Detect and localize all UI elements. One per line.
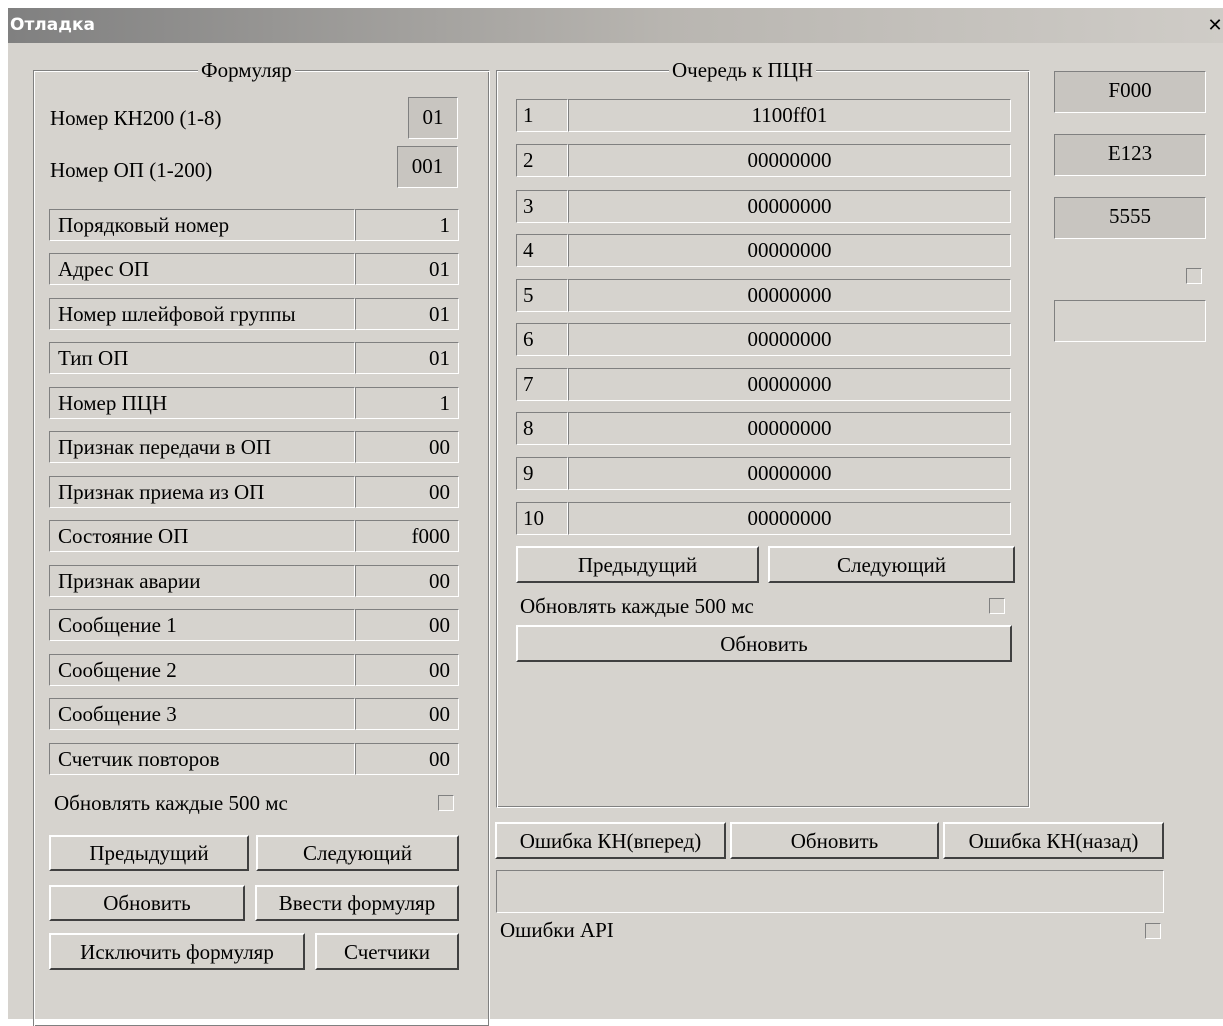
queue-prev-button[interactable]: Предыдущий <box>516 546 759 583</box>
form-field-label: Номер шлейфовой группы <box>49 298 355 330</box>
queue-row-value[interactable]: 00000000 <box>568 144 1011 177</box>
form-field-value[interactable]: 00 <box>355 431 459 463</box>
status-box-2: E123 <box>1054 134 1206 176</box>
api-errors-label: Ошибки API <box>500 918 614 942</box>
exclude-form-button[interactable]: Исключить формуляр <box>49 933 305 970</box>
form-field-value[interactable]: 00 <box>355 698 459 730</box>
enter-form-button[interactable]: Ввести формуляр <box>255 885 459 921</box>
form-field-value[interactable]: 1 <box>355 209 459 241</box>
form-field-value[interactable]: 00 <box>355 654 459 686</box>
queue-legend: Очередь к ПЦН <box>669 58 817 82</box>
form-field-label: Сообщение 3 <box>49 698 355 730</box>
queue-row-value[interactable]: 00000000 <box>568 279 1011 312</box>
error-status-field <box>496 870 1164 913</box>
queue-row-number: 8 <box>516 412 568 445</box>
form-field-label: Признак приема из ОП <box>49 476 355 508</box>
queue-next-button[interactable]: Следующий <box>768 546 1015 583</box>
queue-row-value[interactable]: 00000000 <box>568 234 1011 267</box>
form-field-value[interactable]: f000 <box>355 520 459 552</box>
queue-row-value[interactable]: 00000000 <box>568 190 1011 223</box>
queue-row-value[interactable]: 1100ff01 <box>568 99 1011 132</box>
form-field-value[interactable]: 01 <box>355 298 459 330</box>
form-field-value[interactable]: 00 <box>355 743 459 775</box>
side-text-field[interactable] <box>1054 300 1206 342</box>
api-errors-checkbox[interactable] <box>1145 923 1161 939</box>
form-field-label: Состояние ОП <box>49 520 355 552</box>
queue-row-value[interactable]: 00000000 <box>568 457 1011 490</box>
form-field-label: Сообщение 2 <box>49 654 355 686</box>
queue-row-value[interactable]: 00000000 <box>568 368 1011 401</box>
title-bar: Отладка ✕ <box>8 8 1223 43</box>
form-field-label: Признак аварии <box>49 565 355 597</box>
form-prev-button[interactable]: Предыдущий <box>49 835 249 871</box>
form-field-label: Тип ОП <box>49 342 355 374</box>
debug-window: Отладка ✕ Формуляр Номер КН200 (1-8) 01 … <box>8 8 1223 1026</box>
form-legend: Формуляр <box>198 58 295 82</box>
queue-row-number: 3 <box>516 190 568 223</box>
form-field-value[interactable]: 00 <box>355 609 459 641</box>
bottom-refresh-button[interactable]: Обновить <box>730 822 939 859</box>
form-auto-update-checkbox[interactable] <box>438 795 454 811</box>
form-field-label: Сообщение 1 <box>49 609 355 641</box>
queue-row-value[interactable]: 00000000 <box>568 323 1011 356</box>
close-icon[interactable]: ✕ <box>1205 16 1223 36</box>
status-box-3: 5555 <box>1054 197 1206 239</box>
counters-button[interactable]: Счетчики <box>315 933 459 970</box>
form-field-value[interactable]: 00 <box>355 476 459 508</box>
op-number-label: Номер ОП (1-200) <box>50 158 213 182</box>
kn200-label: Номер КН200 (1-8) <box>50 106 222 130</box>
queue-row-number: 6 <box>516 323 568 356</box>
form-field-label: Счетчик повторов <box>49 743 355 775</box>
op-number-input[interactable]: 001 <box>397 146 458 188</box>
queue-row-number: 4 <box>516 234 568 267</box>
form-field-value[interactable]: 1 <box>355 387 459 419</box>
queue-row-number: 5 <box>516 279 568 312</box>
form-field-label: Порядковый номер <box>49 209 355 241</box>
status-box-1: F000 <box>1054 71 1206 113</box>
queue-row-number: 10 <box>516 502 568 535</box>
queue-row-value[interactable]: 00000000 <box>568 502 1011 535</box>
queue-row-number: 1 <box>516 99 568 132</box>
kn200-input[interactable]: 01 <box>408 97 458 139</box>
queue-auto-update-checkbox[interactable] <box>989 598 1005 614</box>
queue-refresh-button[interactable]: Обновить <box>516 625 1012 662</box>
queue-row-value[interactable]: 00000000 <box>568 412 1011 445</box>
queue-row-number: 7 <box>516 368 568 401</box>
window-title: Отладка <box>10 15 95 35</box>
error-back-button[interactable]: Ошибка КН(назад) <box>943 822 1164 859</box>
side-checkbox[interactable] <box>1186 268 1202 284</box>
form-field-value[interactable]: 01 <box>355 253 459 285</box>
form-refresh-button[interactable]: Обновить <box>49 885 245 921</box>
queue-auto-update-label: Обновлять каждые 500 мс <box>520 594 754 618</box>
form-field-label: Признак передачи в ОП <box>49 431 355 463</box>
form-auto-update-label: Обновлять каждые 500 мс <box>54 791 288 815</box>
form-field-value[interactable]: 01 <box>355 342 459 374</box>
error-forward-button[interactable]: Ошибка КН(вперед) <box>495 822 726 859</box>
form-field-label: Номер ПЦН <box>49 387 355 419</box>
form-field-value[interactable]: 00 <box>355 565 459 597</box>
form-next-button[interactable]: Следующий <box>256 835 459 871</box>
queue-row-number: 2 <box>516 144 568 177</box>
queue-row-number: 9 <box>516 457 568 490</box>
form-field-label: Адрес ОП <box>49 253 355 285</box>
